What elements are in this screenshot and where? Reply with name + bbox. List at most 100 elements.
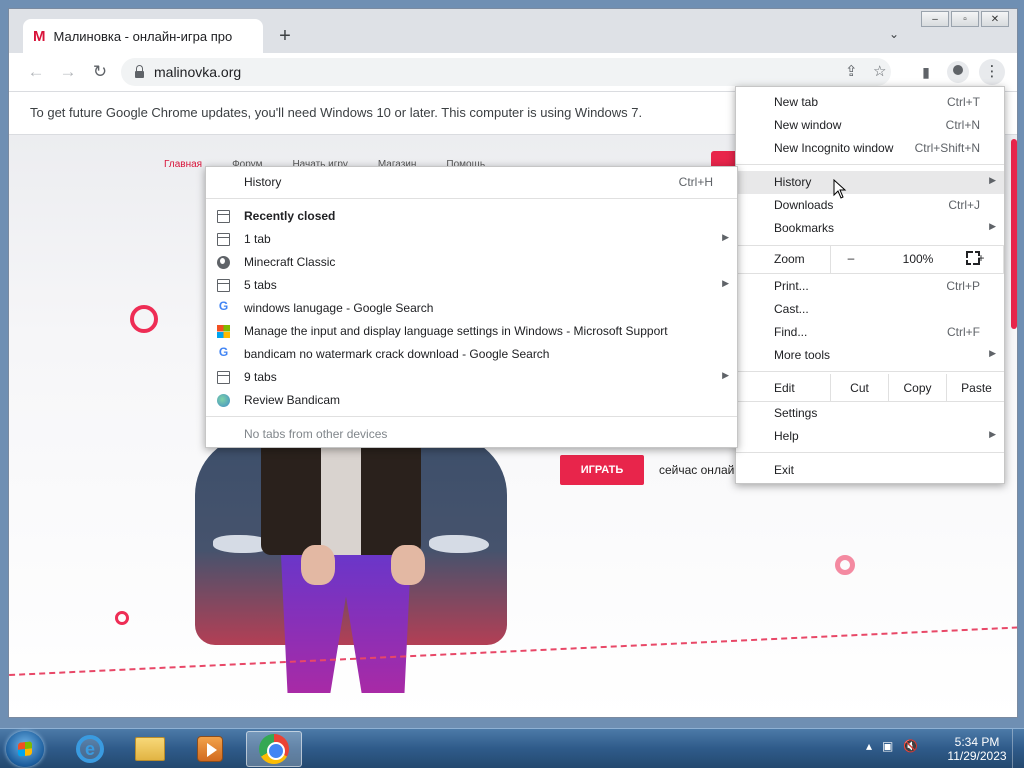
history-entry[interactable]: 5 tabs ▶ (206, 274, 737, 297)
history-entry[interactable]: Minecraft Classic (206, 251, 737, 274)
menu-separator (736, 273, 1004, 274)
new-tab-icon[interactable]: + (273, 25, 297, 49)
network-icon[interactable]: ▣ (882, 739, 893, 753)
zoom-row: Zoom – 100% + (736, 245, 1004, 273)
minimize-button[interactable]: – (921, 11, 949, 27)
taskbar-clock[interactable]: 5:34 PM 11/29/2023 (944, 735, 1010, 763)
media-player-icon (197, 736, 223, 762)
start-button-icon[interactable] (6, 731, 44, 767)
window-icon (217, 371, 230, 384)
menu-item-new-window[interactable]: New window Ctrl+N (736, 114, 1004, 137)
submenu-arrow-icon: ▶ (989, 348, 996, 358)
menu-separator (206, 198, 737, 199)
copy-button[interactable]: Copy (888, 374, 946, 402)
character-hand (301, 545, 335, 585)
menu-item-help[interactable]: Help ▶ (736, 425, 1004, 448)
history-entry[interactable]: 9 tabs ▶ (206, 366, 737, 389)
tab-search-chevron-icon[interactable]: ⌄ (889, 27, 899, 41)
online-status-text: сейчас онлайн (659, 463, 741, 477)
submenu-arrow-icon: ▶ (989, 221, 996, 231)
back-arrow-icon[interactable]: ← (25, 61, 47, 83)
fullscreen-icon[interactable] (966, 251, 980, 265)
submenu-arrow-icon: ▶ (989, 175, 996, 185)
share-icon[interactable]: ⇪ (845, 62, 858, 80)
address-bar[interactable]: malinovka.org ⇪ ☆ (121, 58, 891, 86)
window-icon (217, 279, 230, 292)
history-entry[interactable]: 1 tab ▶ (206, 228, 737, 251)
menu-item-cast[interactable]: Cast... (736, 298, 1004, 321)
maximize-button[interactable]: ▫ (951, 11, 979, 27)
menu-item-downloads[interactable]: Downloads Ctrl+J (736, 194, 1004, 217)
hero-character-image (241, 425, 441, 693)
edit-row: Edit Cut Copy Paste (736, 374, 1004, 402)
taskbar-media-player[interactable] (182, 731, 238, 767)
bandicam-icon (217, 394, 230, 407)
bookmark-star-icon[interactable]: ☆ (873, 62, 886, 80)
decorative-dashed-line (9, 625, 1017, 677)
microsoft-icon (217, 325, 230, 338)
folder-icon (135, 737, 165, 761)
paste-button[interactable]: Paste (946, 374, 1006, 402)
tray-expand-icon[interactable]: ▴ (866, 739, 872, 753)
character-hand (391, 545, 425, 585)
menu-separator (736, 371, 1004, 372)
menu-separator (736, 164, 1004, 165)
menu-item-history[interactable]: History ▶ (736, 171, 1004, 194)
window-icon (217, 233, 230, 246)
history-entry[interactable]: Manage the input and display language se… (206, 320, 737, 343)
menu-item-print[interactable]: Print... Ctrl+P (736, 275, 1004, 298)
clock-date: 11/29/2023 (947, 749, 1007, 763)
infobar-text: To get future Google Chrome updates, you… (30, 105, 643, 120)
site-nav-home[interactable]: Главная (164, 159, 202, 170)
page-scrollbar[interactable] (1011, 139, 1017, 329)
google-icon: G (218, 345, 229, 359)
menu-item-more-tools[interactable]: More tools ▶ (736, 344, 1004, 367)
chrome-menu-kebab-icon[interactable]: ⋮ (979, 59, 1005, 85)
lock-icon[interactable] (135, 64, 144, 78)
history-entry[interactable]: G windows lanugage - Google Search (206, 297, 737, 320)
zoom-label: Zoom (774, 252, 805, 266)
browser-tab[interactable]: М Малиновка - онлайн-игра про (23, 19, 263, 53)
menu-separator (736, 452, 1004, 453)
recently-closed-header: Recently closed (206, 205, 737, 228)
tab-title: Малиновка - онлайн-игра про (53, 28, 233, 44)
decorative-ring (115, 611, 129, 625)
url-text[interactable]: malinovka.org (154, 64, 241, 80)
side-panel-icon[interactable]: ▮ (915, 61, 937, 83)
system-tray: ▴ ▣ 🔇 (866, 739, 918, 753)
globe-icon (217, 256, 230, 269)
menu-item-find[interactable]: Find... Ctrl+F (736, 321, 1004, 344)
reload-icon[interactable]: ↻ (89, 61, 111, 83)
profile-avatar-icon[interactable] (947, 61, 969, 83)
forward-arrow-icon[interactable]: → (57, 61, 79, 83)
menu-item-new-incognito[interactable]: New Incognito window Ctrl+Shift+N (736, 137, 1004, 160)
cut-button[interactable]: Cut (830, 374, 888, 402)
show-desktop-button[interactable] (1012, 729, 1024, 768)
window-icon (217, 210, 230, 223)
play-button[interactable]: ИГРАТЬ (560, 455, 644, 485)
history-entry[interactable]: Review Bandicam (206, 389, 737, 412)
google-icon: G (218, 299, 229, 313)
menu-item-settings[interactable]: Settings (736, 402, 1004, 425)
menu-item-new-tab[interactable]: New tab Ctrl+T (736, 91, 1004, 114)
menu-separator (206, 416, 737, 417)
submenu-arrow-icon: ▶ (722, 278, 729, 288)
menu-item-bookmarks[interactable]: Bookmarks ▶ (736, 217, 1004, 240)
submenu-arrow-icon: ▶ (989, 429, 996, 439)
taskbar-internet-explorer[interactable]: e (62, 731, 118, 767)
history-entry[interactable]: G bandicam no watermark crack download -… (206, 343, 737, 366)
submenu-arrow-icon: ▶ (722, 370, 729, 380)
menu-item-exit[interactable]: Exit (736, 459, 1004, 482)
windows-taskbar: e ▴ ▣ 🔇 5:34 PM 11/29/2023 (0, 728, 1024, 768)
close-button[interactable]: ✕ (981, 11, 1009, 27)
submenu-arrow-icon: ▶ (722, 232, 729, 242)
chrome-icon (259, 734, 289, 764)
malinovka-favicon-icon: М (33, 27, 46, 45)
decorative-ring (130, 305, 158, 333)
volume-muted-icon[interactable]: 🔇 (903, 739, 918, 753)
taskbar-chrome[interactable] (246, 731, 302, 767)
clock-time: 5:34 PM (954, 735, 1000, 749)
taskbar-file-explorer[interactable] (122, 731, 178, 767)
history-item-full-history[interactable]: History Ctrl+H (206, 171, 737, 194)
zoom-out-button[interactable]: – (841, 251, 861, 265)
